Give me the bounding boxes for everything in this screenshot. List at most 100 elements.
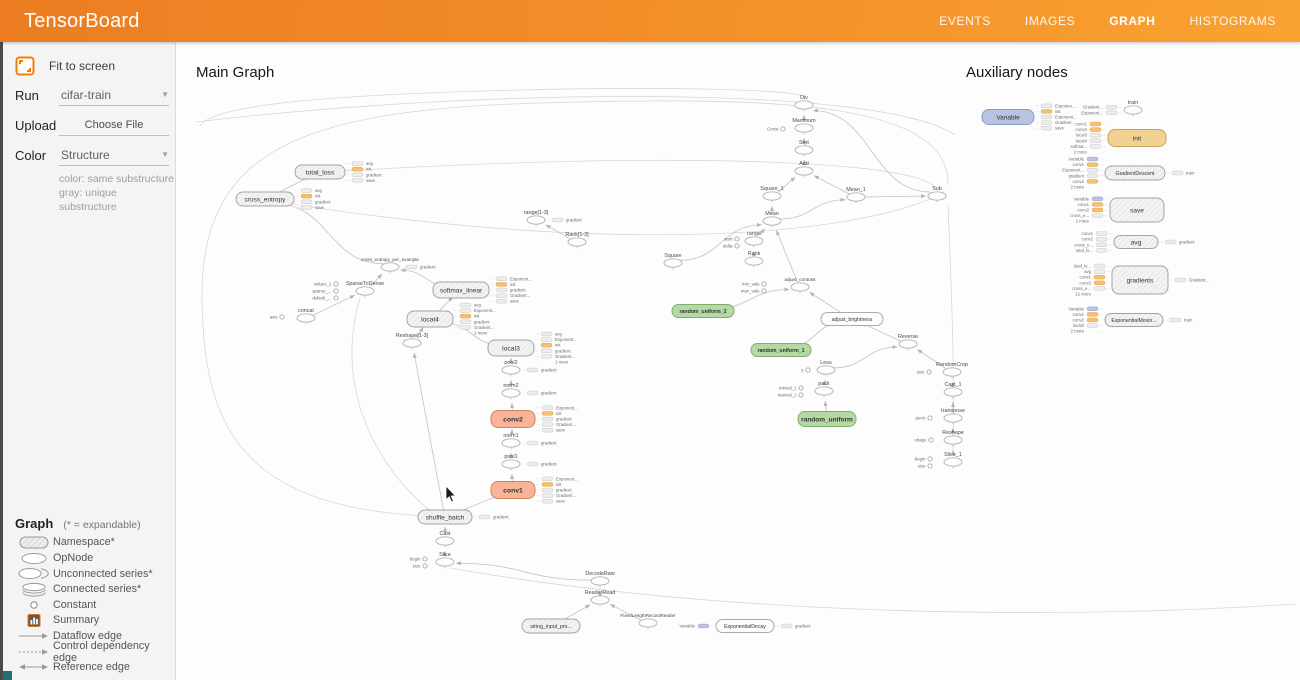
legend-item-summary: Summary (15, 613, 169, 629)
graph-const-size[interactable]: size (413, 564, 427, 569)
graph-node-random_uniform_2[interactable]: random_uniform_2 (672, 305, 734, 318)
graph-canvas[interactable]: total_losscross_entropy softmax_linearloc… (176, 42, 1300, 680)
graph-node-slice1[interactable]: Slice_1 (944, 452, 962, 469)
graph-const-min_valu[interactable]: min_valu (742, 282, 766, 287)
graph-node-rank_s[interactable]: Rank (745, 251, 763, 268)
graph-node-reshape13[interactable]: Reshape[1-3] (396, 333, 429, 350)
svg-text:init: init (1133, 135, 1142, 142)
fit-to-screen-icon[interactable] (15, 56, 35, 76)
graph-const-y[interactable]: y (801, 368, 810, 373)
graph-const-start[interactable]: start (724, 237, 739, 242)
tab-images[interactable]: IMAGES (1025, 14, 1075, 28)
graph-satellites-aux_gradients: Gradient... (1169, 278, 1209, 283)
graph-node-sparse[interactable]: SparseToDense (346, 281, 384, 298)
graph-node-transpose[interactable]: transpose (941, 408, 965, 425)
graph-node-flrr[interactable]: FixedLengthRecordReader (620, 613, 676, 630)
graph-const-sparse_...[interactable]: sparse_... (312, 289, 338, 294)
graph-node-aux_variable[interactable]: Variable (982, 110, 1034, 125)
graph-const-default_...[interactable]: default_... (312, 296, 338, 301)
graph-node-pool1[interactable]: pool1 (502, 454, 520, 471)
graph-node-reverse[interactable]: Reverse (898, 334, 918, 351)
graph-node-reader_read[interactable]: ReaderRead (585, 590, 616, 607)
graph-const-values_1[interactable]: values_1 (314, 282, 338, 287)
graph-node-square[interactable]: Square (664, 253, 682, 270)
graph-node-aux_ema[interactable]: ExponentialMovin... (1105, 314, 1163, 327)
graph-const-Const[interactable]: Const (767, 127, 785, 132)
graph-node-aux_avg[interactable]: avg (1114, 236, 1158, 249)
graph-node-aux_init[interactable]: init (1108, 130, 1166, 147)
graph-node-mean[interactable]: Mean (763, 211, 781, 228)
graph-node-cast1[interactable]: Cast_1 (944, 382, 962, 399)
graph-node-div[interactable]: Div (795, 95, 813, 112)
graph-node-range13[interactable]: range[1-3] (524, 210, 549, 227)
graph-node-cast[interactable]: Cast (436, 531, 454, 548)
fit-to-screen-control[interactable]: Fit to screen (15, 56, 175, 76)
graph-const-begin[interactable]: begin (915, 457, 932, 462)
graph-node-cross_entropy[interactable]: cross_entropy (236, 192, 294, 206)
graph-node-aux_gradients[interactable]: gradients (1112, 266, 1168, 294)
choose-file-button[interactable]: Choose File (59, 116, 169, 136)
svg-text:Const: Const (767, 127, 779, 132)
svg-text:shape: shape (915, 438, 928, 443)
graph-const-size[interactable]: size (918, 464, 932, 469)
graph-node-norm2[interactable]: norm2 (502, 383, 520, 400)
graph-node-aux_save[interactable]: save (1110, 198, 1164, 222)
graph-node-sub_r[interactable]: Sub (928, 186, 946, 203)
graph-node-concat[interactable]: concat (297, 308, 315, 325)
graph-const-minval_1[interactable]: minval_1 (779, 386, 803, 391)
graph-node-range_s[interactable]: range (745, 231, 763, 248)
graph-node-conv1[interactable]: conv1 (491, 482, 535, 499)
graph-node-conv2[interactable]: conv2 (491, 411, 535, 428)
graph-node-random_uniform_1[interactable]: random_uniform_1 (751, 344, 811, 357)
svg-text:cross_e...: cross_e... (1070, 213, 1089, 218)
graph-const-axis[interactable]: axis (270, 315, 284, 320)
graph-const-shape[interactable]: shape (915, 438, 934, 443)
graph-node-local4[interactable]: local4 (407, 311, 453, 327)
color-select[interactable]: Structure ▼ (59, 146, 169, 166)
graph-node-maximum[interactable]: Maximum (792, 118, 816, 135)
graph-node-random_uniform[interactable]: random_uniform (798, 412, 856, 427)
graph-node-less[interactable]: Less (817, 360, 835, 377)
graph-const-max_valu[interactable]: max_valu (741, 289, 766, 294)
graph-node-total_loss[interactable]: total_loss (295, 165, 345, 179)
svg-text:conv2: conv2 (1082, 237, 1094, 242)
graph-node-reshape_r[interactable]: Reshape (942, 430, 964, 447)
graph-node-pack[interactable]: pack (815, 381, 833, 398)
svg-text:gradient: gradient (366, 172, 382, 177)
graph-node-random_crop[interactable]: RandomCrop (936, 362, 968, 379)
graph-node-shuffle_batch[interactable]: shuffle_batch (418, 510, 472, 524)
graph-node-sqrt[interactable]: Sqrt (795, 140, 813, 157)
svg-text:Sqrt: Sqrt (799, 140, 809, 146)
tab-graph[interactable]: GRAPH (1109, 14, 1155, 28)
graph-node-square1[interactable]: Square_1 (760, 186, 783, 203)
graph-const-delta[interactable]: delta (723, 244, 739, 249)
graph-node-softmax_linear[interactable]: softmax_linear (433, 282, 489, 298)
svg-text:gradient: gradient (315, 199, 331, 204)
graph-node-aux_gd[interactable]: GradientDescent (1105, 166, 1165, 180)
graph-node-adjust_contrast[interactable]: adjust_contrast (784, 277, 816, 294)
svg-text:perm: perm (915, 416, 925, 421)
graph-node-slice[interactable]: Slice (436, 552, 454, 569)
graph-node-aux_train[interactable]: train (1124, 100, 1142, 117)
svg-text:Exponent...: Exponent... (1081, 110, 1103, 115)
graph-satellites-shuffle_batch: gradient (473, 515, 509, 520)
graph-satellites-conv2: Exponent...initgradientGradient...save (536, 405, 578, 432)
run-select[interactable]: cifar-train ▼ (59, 86, 169, 106)
graph-const-size[interactable]: size (917, 370, 931, 375)
svg-text:ExponentialDecay: ExponentialDecay (724, 624, 766, 630)
graph-node-exp_decay[interactable]: ExponentialDecay (716, 620, 774, 633)
graph-const-perm[interactable]: perm (915, 416, 932, 421)
graph-node-pool2[interactable]: pool2 (502, 360, 520, 377)
graph-node-local3[interactable]: local3 (488, 340, 534, 356)
graph-const-maxval_1[interactable]: maxval_1 (778, 393, 803, 398)
graph-const-begin[interactable]: begin (410, 557, 427, 562)
svg-text:Cast_1: Cast_1 (944, 382, 961, 388)
graph-node-adjust_brightness[interactable]: adjust_brightness (821, 313, 883, 326)
graph-node-mean1[interactable]: Mean_1 (846, 187, 865, 204)
tab-events[interactable]: EVENTS (939, 14, 991, 28)
graph-node-rank12[interactable]: Rank[1-2] (565, 232, 589, 249)
graph-node-decode_raw[interactable]: DecodeRaw (585, 571, 614, 588)
tab-histograms[interactable]: HISTOGRAMS (1190, 14, 1276, 28)
graph-node-norm1[interactable]: norm1 (502, 433, 520, 450)
graph-node-string_input[interactable]: string_input_pro... (522, 619, 580, 633)
